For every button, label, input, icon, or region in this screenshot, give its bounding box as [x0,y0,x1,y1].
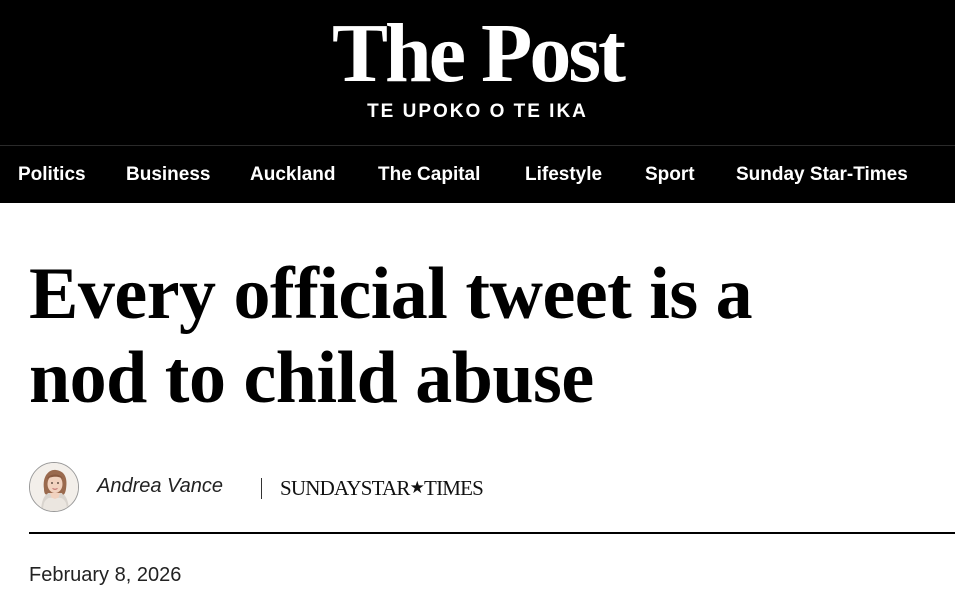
publication-part-3: TIMES [424,476,484,500]
publication-logo[interactable]: SUNDAYSTAR★TIMES [280,476,484,501]
nav-item-politics[interactable]: Politics [18,146,86,204]
star-icon: ★ [409,478,425,497]
nav-item-sunday-star-times[interactable]: Sunday Star-Times [736,146,908,204]
nav-item-the-capital[interactable]: The Capital [378,146,480,204]
nav-item-auckland[interactable]: Auckland [250,146,336,204]
byline-divider [261,478,262,499]
byline-rule [29,532,955,534]
site-logo[interactable]: The Post [0,6,955,102]
nav-item-sport[interactable]: Sport [645,146,695,204]
headline-line-1: Every official tweet is a [29,253,753,335]
byline: Andrea Vance SUNDAYSTAR★TIMES [29,462,955,514]
nav-item-lifestyle[interactable]: Lifestyle [525,146,602,204]
publication-part-1: SUNDAY [280,476,362,500]
headline-line-2: nod to child abuse [29,337,594,419]
author-name[interactable]: Andrea Vance [97,475,223,498]
nav-item-business[interactable]: Business [126,146,210,204]
publication-part-2: STAR [360,476,411,500]
article-headline: Every official tweet is a nod to child a… [29,252,929,420]
author-portrait-icon [30,463,78,511]
author-avatar[interactable] [29,462,79,512]
masthead: The Post TE UPOKO O TE IKA [0,0,955,145]
site-tagline: TE UPOKO O TE IKA [367,101,588,122]
main-nav: Politics Business Auckland The Capital L… [0,145,955,203]
publish-date: February 8, 2026 [29,564,182,586]
